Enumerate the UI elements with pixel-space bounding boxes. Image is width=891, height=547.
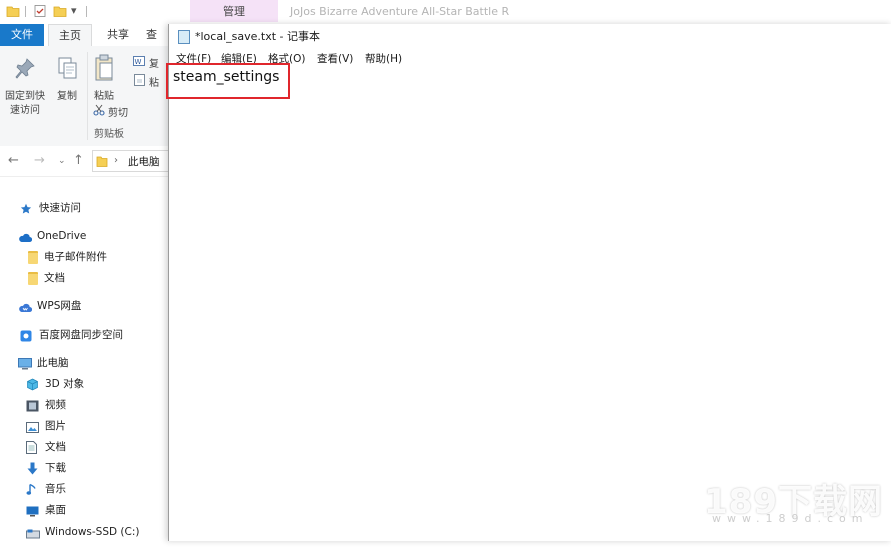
- music-icon: [26, 483, 39, 495]
- properties-checkmark-icon[interactable]: [33, 4, 47, 18]
- folder-icon: [28, 271, 38, 285]
- nav-item-music[interactable]: 音乐: [0, 479, 170, 500]
- scissors-icon[interactable]: [93, 104, 105, 119]
- watermark-url: www.189d.com: [712, 512, 869, 525]
- nav-item-label: 视频: [45, 399, 66, 411]
- forward-arrow-icon[interactable]: →: [34, 153, 45, 168]
- copy-icon[interactable]: [57, 56, 79, 85]
- nav-item-label: 快速访问: [39, 202, 81, 214]
- notepad-window[interactable]: *local_save.txt - 记事本 文件(F) 编辑(E) 格式(O) …: [166, 24, 891, 541]
- paste-icon[interactable]: [94, 54, 116, 85]
- nav-item-3d-objects[interactable]: 3D 对象: [0, 374, 170, 395]
- menu-help[interactable]: 帮助(H): [365, 50, 402, 68]
- nav-item-label: 电子邮件附件: [44, 251, 107, 263]
- notepad-window-title: *local_save.txt - 记事本: [195, 30, 320, 43]
- folder-icon: [96, 154, 108, 171]
- breadcrumb-this-pc[interactable]: 此电脑: [128, 154, 160, 169]
- nav-item-label: 文档: [45, 441, 66, 453]
- tab-view[interactable]: 查: [146, 24, 170, 46]
- tab-file[interactable]: 文件: [0, 24, 44, 46]
- svg-text:W: W: [135, 58, 142, 66]
- explorer-window-title: JoJos Bizarre Adventure All-Star Battle …: [290, 5, 510, 18]
- computer-icon: [18, 357, 32, 370]
- nav-item-pictures[interactable]: 图片: [0, 416, 170, 437]
- nav-item-documents[interactable]: 文档: [0, 437, 170, 458]
- clipboard-group-label: 剪贴板: [94, 129, 124, 140]
- new-folder-icon[interactable]: [53, 4, 67, 18]
- document-icon: [26, 441, 39, 454]
- nav-item-label: 桌面: [45, 504, 66, 516]
- annotation-highlight-box: [166, 63, 290, 99]
- cube-icon: [26, 378, 39, 391]
- up-arrow-icon[interactable]: ↑: [73, 153, 84, 168]
- video-icon: [26, 399, 39, 412]
- copy-path-icon[interactable]: W: [133, 56, 145, 69]
- back-arrow-icon[interactable]: ←: [8, 153, 19, 168]
- tab-home[interactable]: 主页: [48, 24, 92, 46]
- pictures-icon: [26, 420, 39, 433]
- paste-shortcut-icon[interactable]: [134, 74, 145, 89]
- pin-icon[interactable]: [14, 57, 36, 84]
- download-icon: [26, 462, 39, 475]
- customize-toolbar-dropdown-icon[interactable]: ▾: [71, 4, 77, 17]
- nav-item-this-pc[interactable]: 此电脑: [0, 353, 170, 374]
- nav-item-label: Windows-SSD (C:): [45, 526, 140, 538]
- recent-locations-chevron-icon[interactable]: ⌄: [58, 156, 66, 166]
- nav-item-label: 下载: [45, 462, 66, 474]
- nav-item-baidu-drive[interactable]: 百度网盘同步空间: [0, 325, 170, 346]
- pin-to-quick-access-label-line2[interactable]: 速访问: [10, 101, 40, 116]
- pin-to-quick-access-label[interactable]: 固定到快: [5, 87, 45, 102]
- folder-icon: [28, 250, 38, 264]
- ribbon-divider: [87, 52, 88, 140]
- baidu-drive-icon: [20, 329, 33, 342]
- notepad-app-icon[interactable]: [178, 30, 190, 44]
- nav-item-label: 此电脑: [37, 357, 69, 369]
- cloud-icon: [18, 230, 33, 243]
- paste-shortcut-button[interactable]: 粘: [149, 74, 159, 89]
- star-icon: [20, 202, 33, 214]
- nav-item-label: 文档: [44, 272, 65, 284]
- breadcrumb-chevron-icon[interactable]: ›: [114, 155, 118, 166]
- drive-icon: [26, 526, 40, 539]
- menu-view[interactable]: 查看(V): [317, 50, 353, 68]
- nav-item-label: 百度网盘同步空间: [39, 329, 123, 341]
- nav-item-label: WPS网盘: [37, 300, 82, 312]
- nav-item-wps-drive[interactable]: WPS网盘: [0, 296, 170, 317]
- nav-item-onedrive[interactable]: OneDrive: [0, 226, 170, 247]
- nav-item-quick-access[interactable]: 快速访问: [0, 198, 170, 219]
- desktop-icon: [26, 504, 39, 517]
- nav-item-desktop[interactable]: 桌面: [0, 500, 170, 521]
- nav-item-windows-ssd[interactable]: Windows-SSD (C:): [0, 522, 170, 543]
- notepad-text-area[interactable]: [169, 68, 891, 541]
- nav-item-label: OneDrive: [37, 230, 87, 242]
- tab-share[interactable]: 共享: [98, 24, 138, 46]
- nav-item-label: 音乐: [45, 483, 66, 495]
- nav-item-downloads[interactable]: 下载: [0, 458, 170, 479]
- nav-item-label: 3D 对象: [45, 378, 85, 390]
- toolbar-separator: [86, 6, 87, 17]
- folder-icon[interactable]: [6, 4, 20, 18]
- toolbar-separator: [25, 6, 26, 17]
- nav-item-videos[interactable]: 视频: [0, 395, 170, 416]
- cut-button[interactable]: 剪切: [108, 104, 128, 119]
- manage-tab[interactable]: 管理: [190, 0, 278, 22]
- paste-button[interactable]: 粘贴: [94, 87, 114, 102]
- nav-item-label: 图片: [45, 420, 66, 432]
- copy-button[interactable]: 复制: [57, 87, 77, 102]
- copy-path-button[interactable]: 复: [149, 55, 159, 70]
- wps-cloud-icon: [18, 300, 33, 313]
- nav-item-email-attachments[interactable]: 电子邮件附件: [0, 247, 170, 268]
- nav-item-onedrive-documents[interactable]: 文档: [0, 268, 170, 289]
